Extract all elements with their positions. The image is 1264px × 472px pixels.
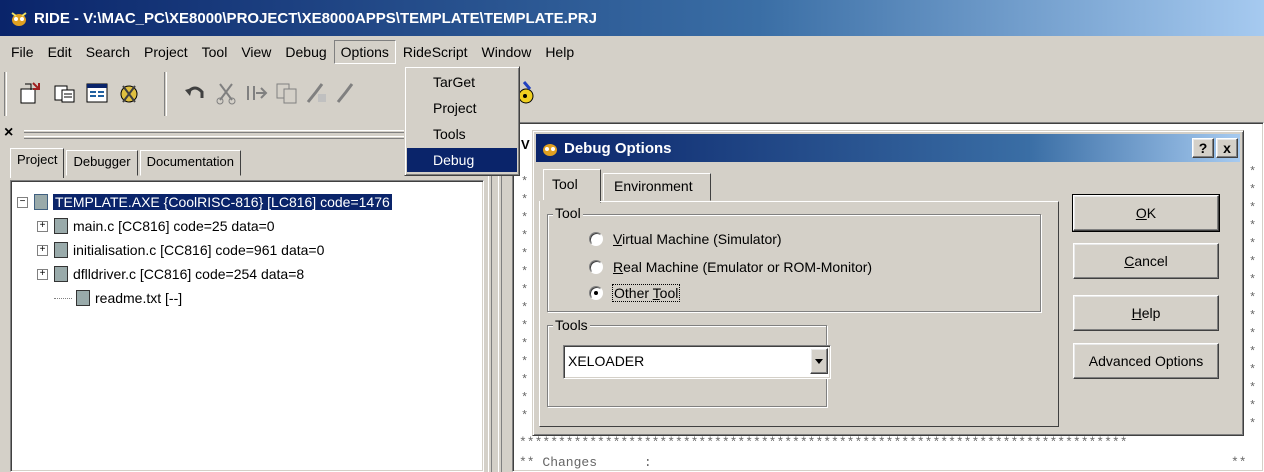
source-file-icon [54, 242, 68, 258]
tree-node-file[interactable]: + main.c [CC816] code=25 data=0 [37, 215, 275, 237]
save-project-icon[interactable] [52, 80, 78, 106]
radio-button[interactable] [589, 260, 603, 274]
menu-item-target[interactable]: TarGet [407, 70, 517, 94]
dropdown-arrow-icon[interactable] [810, 348, 828, 374]
help-caption-button[interactable]: ? [1192, 138, 1214, 158]
options-dropdown-menu: TarGet Project Tools Debug [404, 66, 520, 176]
expand-icon[interactable]: + [37, 268, 48, 280]
menu-options[interactable]: Options [333, 40, 396, 64]
find-icon[interactable] [304, 80, 330, 106]
debug-options-dialog: Debug Options ? x Tool Environment Tool … [532, 130, 1244, 436]
project-tabs: Project Debugger Documentation [10, 148, 243, 178]
ok-button[interactable]: OK [1072, 194, 1220, 232]
menu-debug[interactable]: Debug [278, 40, 333, 64]
menu-file[interactable]: File [4, 40, 41, 64]
radio-label: Virtual Machine (Simulator) [613, 231, 782, 247]
menu-help[interactable]: Help [538, 40, 581, 64]
close-caption-button[interactable]: x [1216, 138, 1238, 158]
menu-tool[interactable]: Tool [195, 40, 235, 64]
collapse-icon[interactable]: − [17, 196, 28, 208]
menu-item-debug[interactable]: Debug [407, 148, 517, 172]
radio-button[interactable] [589, 232, 603, 246]
build-icon[interactable] [116, 80, 142, 106]
comment-star-column: * * * * * * * * * * * * * * * [1249, 165, 1257, 431]
tab-project[interactable]: Project [10, 148, 65, 178]
radio-virtual-machine[interactable]: Virtual Machine (Simulator) [589, 231, 782, 247]
ride-app-icon [8, 9, 30, 27]
tab-connector [540, 200, 600, 203]
replace-icon[interactable] [334, 80, 360, 106]
project-tree: − TEMPLATE.AXE {CoolRISC-816} [LC816] co… [10, 180, 484, 472]
radio-real-machine[interactable]: Real Machine (Emulator or ROM-Monitor) [589, 259, 872, 275]
comment-border-line: ****************************************… [519, 435, 1128, 450]
cut-icon[interactable] [214, 80, 240, 106]
advanced-options-button[interactable]: Advanced Options [1073, 343, 1219, 379]
toolbar-grip[interactable] [4, 72, 7, 116]
tools-select[interactable]: XELOADER [563, 345, 831, 379]
radio-label: Other Tool [611, 284, 681, 302]
project-file-icon [34, 194, 48, 210]
tree-node-label[interactable]: dflldriver.c [CC816] code=254 data=8 [73, 266, 304, 282]
tree-node-label[interactable]: TEMPLATE.AXE {CoolRISC-816} [LC816] code… [53, 194, 392, 210]
tree-node-root[interactable]: − TEMPLATE.AXE {CoolRISC-816} [LC816] co… [17, 191, 392, 213]
menu-search[interactable]: Search [79, 40, 137, 64]
comment-changes-line: ** Changes : [519, 455, 652, 470]
menu-edit[interactable]: Edit [41, 40, 79, 64]
tree-node-label[interactable]: initialisation.c [CC816] code=961 data=0 [73, 242, 324, 258]
tab-documentation[interactable]: Documentation [139, 150, 242, 176]
source-file-icon [54, 266, 68, 282]
tree-connector [54, 297, 72, 299]
tools-select-value: XELOADER [568, 353, 645, 369]
window-title: RIDE - V:\MAC_PC\XE8000\PROJECT\XE8000AP… [34, 9, 597, 27]
tree-node-file[interactable]: + initialisation.c [CC816] code=961 data… [37, 239, 324, 261]
paste-icon[interactable] [244, 80, 270, 106]
menu-item-tools[interactable]: Tools [407, 122, 517, 146]
close-pane-icon[interactable]: × [4, 125, 18, 142]
project-window-icon[interactable] [84, 80, 110, 106]
menu-project[interactable]: Project [137, 40, 195, 64]
tab-debugger[interactable]: Debugger [66, 150, 138, 176]
menu-view[interactable]: View [234, 40, 278, 64]
source-file-icon [54, 218, 68, 234]
menu-ridescript[interactable]: RideScript [396, 40, 475, 64]
open-project-icon[interactable] [18, 80, 44, 106]
menu-item-project[interactable]: Project [407, 96, 517, 120]
window-title-bar: RIDE - V:\MAC_PC\XE8000\PROJECT\XE8000AP… [0, 0, 1264, 36]
tree-node-file[interactable]: + dflldriver.c [CC816] code=254 data=8 [37, 263, 304, 285]
tab-tool[interactable]: Tool [543, 169, 601, 203]
expand-icon[interactable]: + [37, 244, 48, 256]
copy-icon[interactable] [274, 80, 300, 106]
editor-hidden-text: V [521, 137, 530, 152]
tab-environment[interactable]: Environment [603, 173, 711, 201]
dialog-title-bar[interactable]: Debug Options ? x [536, 134, 1240, 162]
tree-node-file[interactable]: readme.txt [--] [54, 287, 182, 309]
toolbar-separator [164, 72, 167, 116]
tools-group-label: Tools [553, 317, 590, 333]
cancel-button[interactable]: Cancel [1073, 243, 1219, 279]
radio-button-checked[interactable] [589, 286, 603, 300]
radio-other-tool[interactable]: Other Tool [589, 284, 681, 302]
dialog-app-icon [540, 139, 560, 157]
menu-window[interactable]: Window [475, 40, 539, 64]
tool-group-label: Tool [553, 205, 583, 221]
dialog-title: Debug Options [564, 139, 672, 157]
help-button[interactable]: Help [1073, 295, 1219, 331]
undo-icon[interactable] [182, 80, 208, 106]
expand-icon[interactable]: + [37, 220, 48, 232]
radio-label: Real Machine (Emulator or ROM-Monitor) [613, 259, 873, 275]
tree-node-label[interactable]: main.c [CC816] code=25 data=0 [73, 218, 275, 234]
text-file-icon [76, 290, 90, 306]
comment-changes-right: ** [1231, 455, 1247, 470]
menu-bar: File Edit Search Project Tool View Debug… [0, 37, 1264, 67]
tree-node-label[interactable]: readme.txt [--] [95, 290, 182, 306]
